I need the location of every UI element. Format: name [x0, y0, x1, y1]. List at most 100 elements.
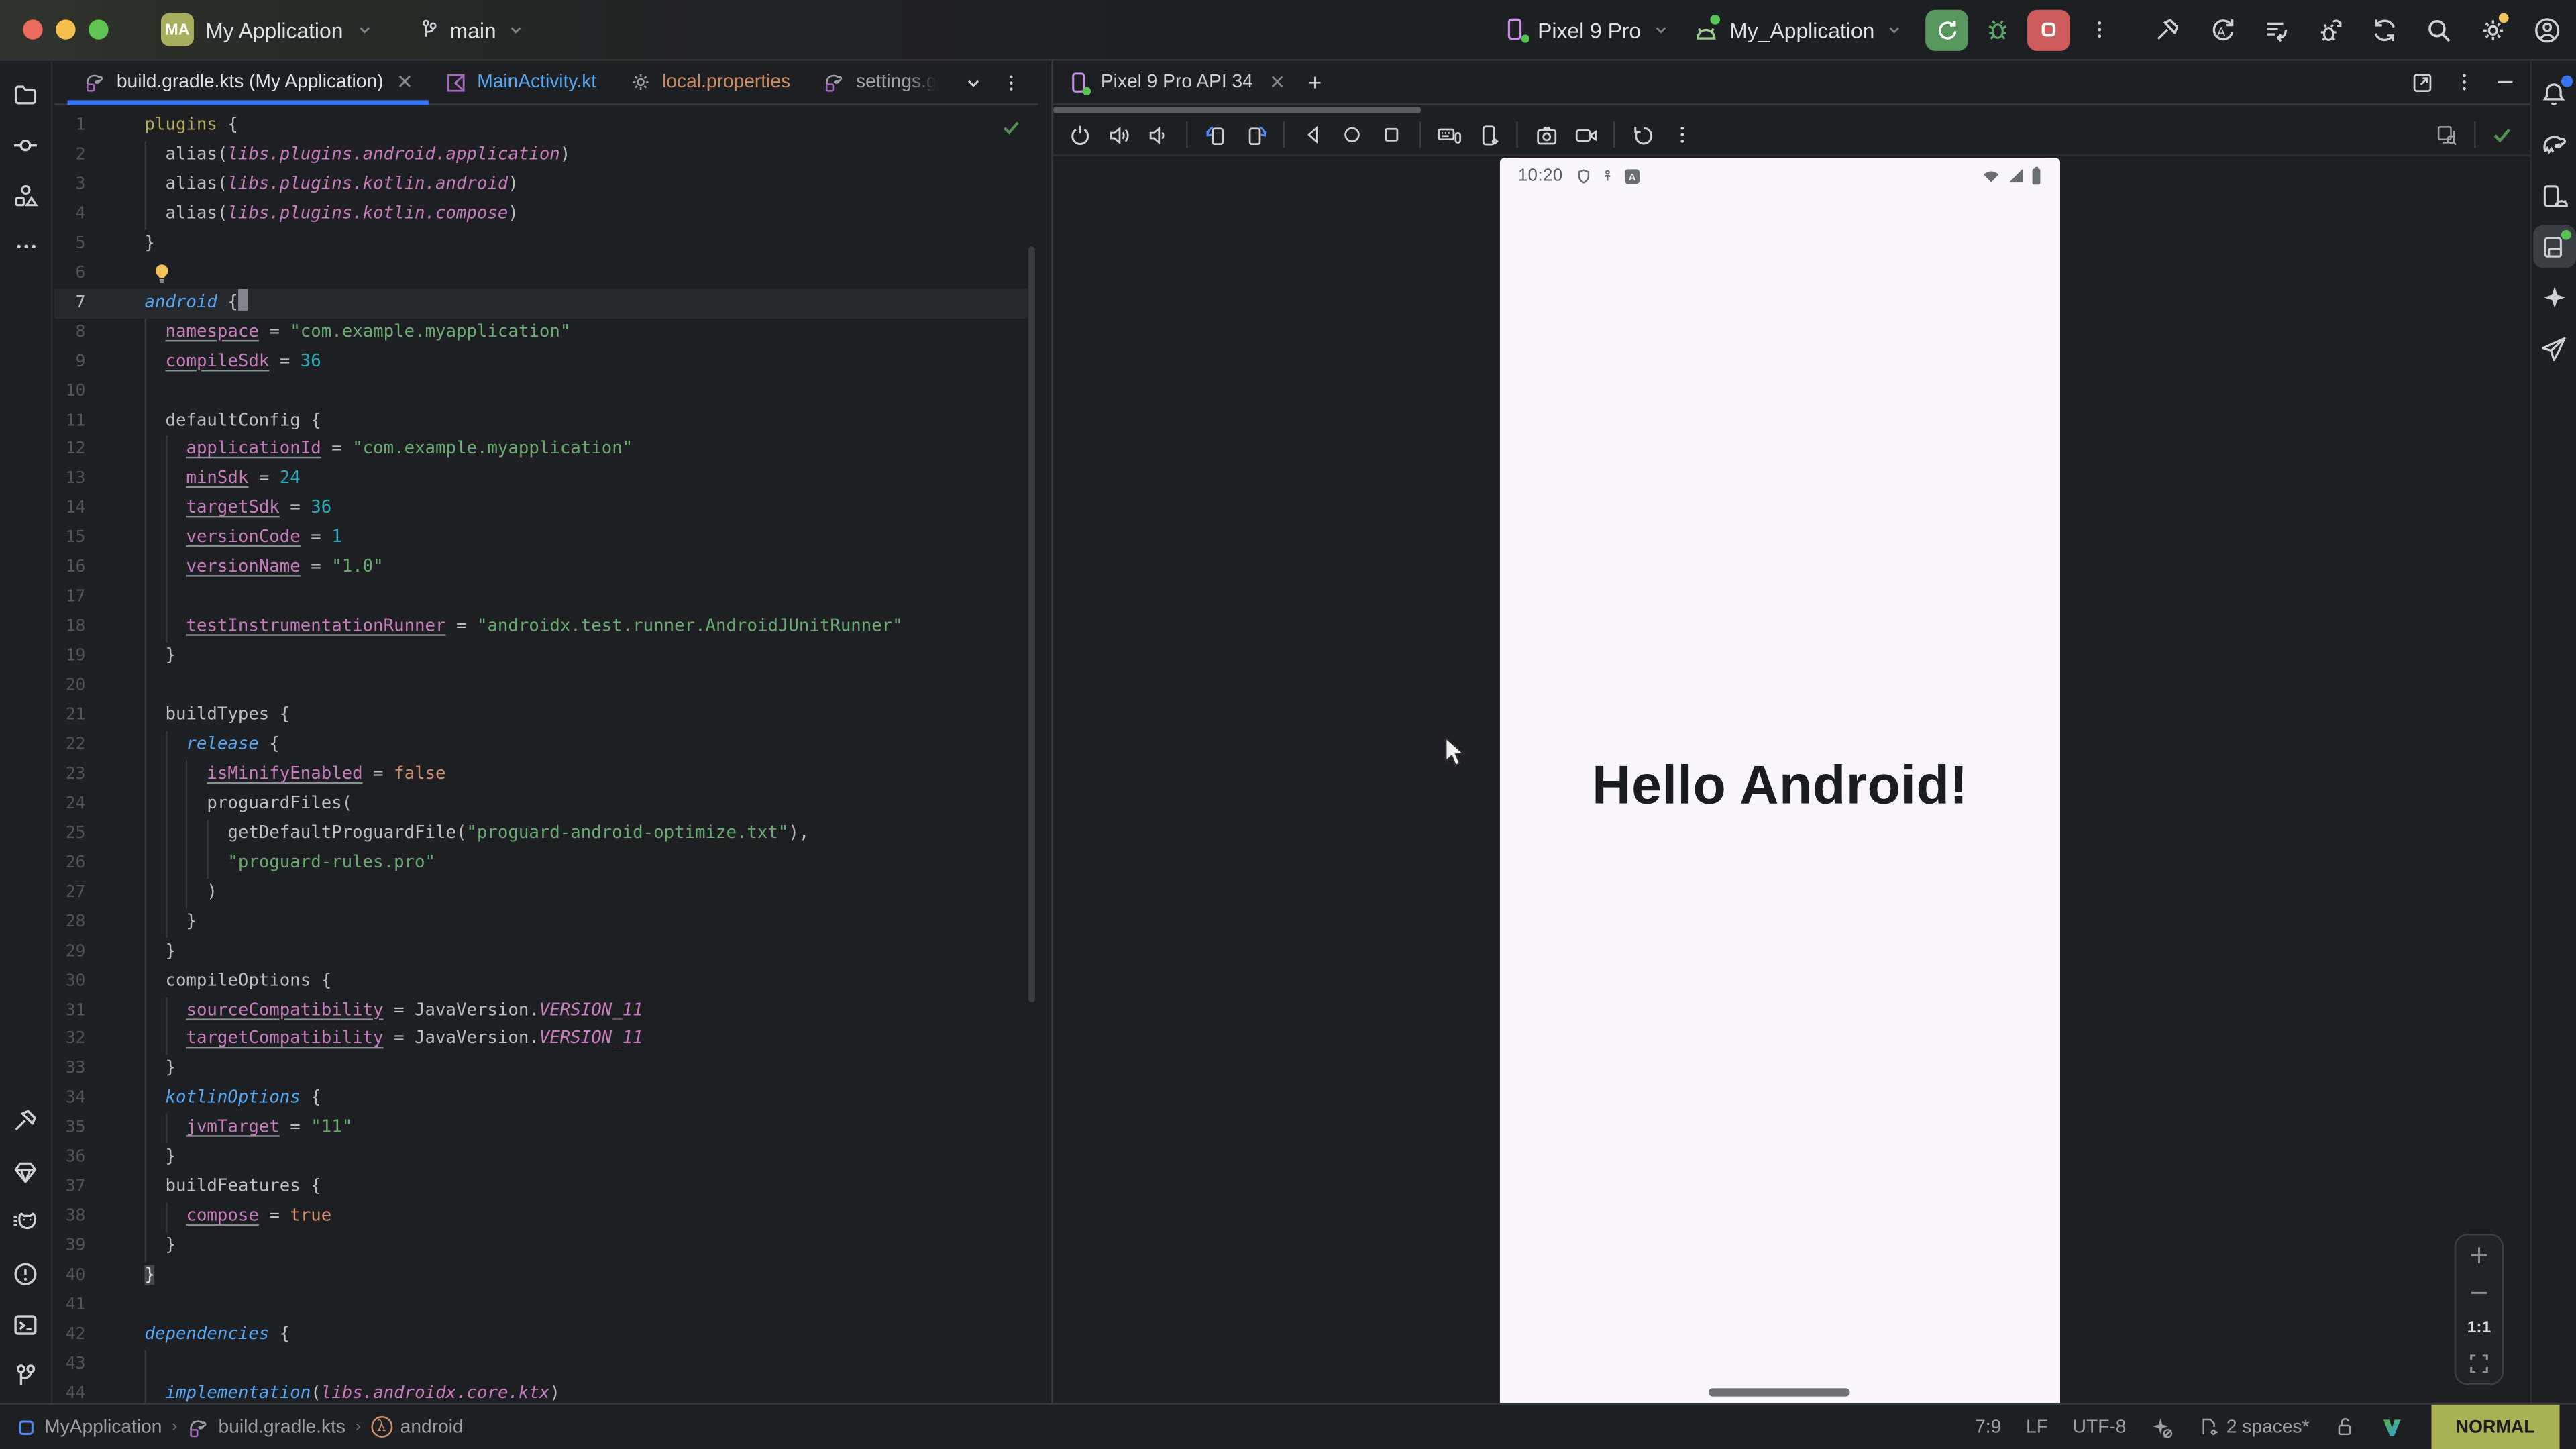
project-tool-button[interactable]: [4, 72, 47, 115]
add-device-tab-button[interactable]: +: [1308, 69, 1322, 95]
power-button[interactable]: [1063, 118, 1095, 151]
line-number[interactable]: 26: [54, 849, 86, 879]
tab-settings-gradle[interactable]: settings.g: [807, 61, 954, 104]
line-number[interactable]: 21: [54, 702, 86, 731]
ai-assistant-status-widget[interactable]: [2151, 1415, 2174, 1438]
code-editor[interactable]: 1plugins {2 alias(libs.plugins.android.a…: [54, 107, 1038, 1405]
line-number[interactable]: 29: [54, 937, 86, 967]
line-number[interactable]: 24: [54, 790, 86, 820]
readonly-toggle-widget[interactable]: [2334, 1416, 2355, 1438]
android-overview-button[interactable]: [1375, 118, 1408, 151]
screen-record-button[interactable]: [1569, 118, 1602, 151]
hardware-input-button[interactable]: [1433, 118, 1466, 151]
screenshot-button[interactable]: [1529, 118, 1562, 151]
structure-tool-button[interactable]: [4, 174, 47, 217]
line-number[interactable]: 31: [54, 996, 86, 1026]
line-number[interactable]: 34: [54, 1085, 86, 1114]
line-number[interactable]: 22: [54, 731, 86, 761]
line-number[interactable]: 10: [54, 377, 86, 407]
search-everywhere-button[interactable]: [2418, 10, 2458, 50]
rerun-button[interactable]: [1925, 9, 1968, 50]
attach-debugger-button[interactable]: [2310, 10, 2349, 50]
line-number[interactable]: 43: [54, 1350, 86, 1380]
device-selector[interactable]: Pixel 9 Pro: [1501, 16, 1670, 42]
android-back-button[interactable]: [1296, 118, 1329, 151]
apply-changes-button[interactable]: A: [2202, 10, 2241, 50]
zoom-in-icon[interactable]: [2467, 1243, 2490, 1266]
indent-widget[interactable]: 2 spaces*: [2198, 1416, 2309, 1438]
zoom-out-icon[interactable]: [2467, 1281, 2490, 1304]
line-number[interactable]: 38: [54, 1203, 86, 1232]
device-settings-button[interactable]: [1472, 118, 1505, 151]
vim-mode-badge[interactable]: NORMAL: [2431, 1405, 2560, 1449]
line-number[interactable]: 33: [54, 1055, 86, 1085]
gemini-assistant-button[interactable]: [2532, 276, 2575, 319]
ui-check-icon[interactable]: [2434, 122, 2459, 147]
snapshot-restore-button[interactable]: [1626, 118, 1659, 151]
more-tool-windows-button[interactable]: [4, 225, 47, 268]
logcat-tool-button[interactable]: [4, 1201, 47, 1244]
emulator-tab-scrollbar[interactable]: [1053, 107, 1421, 113]
terminal-tool-button[interactable]: [4, 1303, 47, 1346]
close-tab-icon[interactable]: ✕: [1269, 70, 1285, 93]
line-number[interactable]: 36: [54, 1144, 86, 1173]
breadcrumb-block[interactable]: λ android: [371, 1416, 464, 1438]
line-number[interactable]: 12: [54, 436, 86, 466]
hide-panel-icon[interactable]: [2494, 70, 2517, 93]
problems-tool-button[interactable]: [4, 1252, 47, 1295]
zoom-actual-size-button[interactable]: 1:1: [2467, 1320, 2491, 1338]
tab-mainactivity[interactable]: MainActivity.kt: [429, 61, 612, 104]
breadcrumb-file[interactable]: build.gradle.kts: [187, 1415, 345, 1438]
line-number[interactable]: 14: [54, 495, 86, 525]
notifications-button[interactable]: [2532, 72, 2575, 115]
account-button[interactable]: [2527, 10, 2567, 50]
line-number[interactable]: 16: [54, 554, 86, 584]
intention-lightbulb-icon[interactable]: [153, 262, 171, 284]
volume-down-button[interactable]: [1142, 118, 1175, 151]
caret-position-widget[interactable]: 7:9: [1975, 1417, 2001, 1436]
app-inspection-tool-button[interactable]: [4, 1150, 47, 1193]
commit-tool-button[interactable]: [4, 123, 47, 166]
build-button[interactable]: [2147, 10, 2187, 50]
line-number[interactable]: 44: [54, 1380, 86, 1405]
vcs-branch-widget[interactable]: main: [417, 17, 526, 42]
debug-button[interactable]: [1978, 10, 2018, 50]
apply-code-changes-button[interactable]: [2255, 10, 2295, 50]
line-number[interactable]: 37: [54, 1173, 86, 1203]
stop-button[interactable]: [2027, 9, 2070, 50]
gradle-tool-button[interactable]: [2532, 123, 2575, 166]
project-widget[interactable]: MA My Application: [161, 13, 374, 46]
line-number[interactable]: 2: [54, 141, 86, 170]
emulator-more-button[interactable]: [1666, 118, 1699, 151]
line-number[interactable]: 39: [54, 1232, 86, 1262]
run-configuration-selector[interactable]: My_Application: [1692, 17, 1904, 42]
line-number[interactable]: 17: [54, 584, 86, 613]
show-hidden-tabs-icon[interactable]: [963, 72, 985, 93]
version-control-tool-button[interactable]: [4, 1354, 47, 1397]
gesture-navigation-pill[interactable]: [1709, 1388, 1850, 1395]
gradle-sync-button[interactable]: [2364, 10, 2404, 50]
line-number[interactable]: 13: [54, 466, 86, 495]
line-number[interactable]: 41: [54, 1291, 86, 1321]
zoom-to-fit-icon[interactable]: [2467, 1352, 2490, 1375]
more-run-actions-button[interactable]: [2080, 10, 2119, 50]
line-number[interactable]: 19: [54, 643, 86, 672]
line-number[interactable]: 15: [54, 525, 86, 554]
vim-plugin-widget[interactable]: [2380, 1415, 2403, 1438]
line-number[interactable]: 11: [54, 407, 86, 436]
encoding-widget[interactable]: UTF-8: [2073, 1417, 2127, 1436]
line-number[interactable]: 32: [54, 1026, 86, 1055]
emulator-device-tab[interactable]: Pixel 9 Pro API 34 ✕: [1066, 70, 1285, 95]
line-number[interactable]: 28: [54, 908, 86, 937]
tab-local-properties[interactable]: local.properties: [613, 61, 807, 104]
line-number[interactable]: 25: [54, 820, 86, 849]
line-number[interactable]: 23: [54, 761, 86, 790]
line-separator-widget[interactable]: LF: [2026, 1417, 2048, 1436]
emulator-screen[interactable]: 10:20 A Hello Android!: [1500, 158, 2060, 1405]
breadcrumb-project[interactable]: MyApplication: [16, 1417, 162, 1436]
line-number[interactable]: 4: [54, 200, 86, 229]
line-number[interactable]: 42: [54, 1321, 86, 1350]
rotate-right-button[interactable]: [1239, 118, 1272, 151]
line-number[interactable]: 40: [54, 1262, 86, 1291]
minimize-window-button[interactable]: [56, 19, 75, 39]
